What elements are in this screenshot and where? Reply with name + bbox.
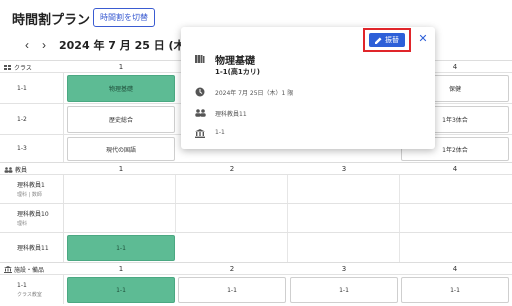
- row-label: 1-3: [0, 135, 64, 162]
- page-title: 時間割プラン: [12, 13, 91, 28]
- empty-slot[interactable]: [176, 175, 288, 204]
- teacher-subject: 理科: [17, 221, 28, 227]
- book-icon: [194, 53, 206, 65]
- lesson-cell[interactable]: 1-1: [290, 277, 398, 303]
- room-name: 1-1: [17, 281, 27, 289]
- teacher-row: 理科教員11 1-1: [0, 232, 512, 263]
- lesson-cell[interactable]: 1-1: [178, 277, 286, 303]
- lesson-cell[interactable]: 現代の国語: [67, 137, 175, 161]
- period-header-3: 3: [341, 265, 347, 273]
- teacher-section-header: 教員 1 2 3 4: [0, 162, 512, 174]
- people-icon: [194, 107, 206, 119]
- popup-datetime: 2024年 7月 25日（木）1 限: [215, 90, 294, 97]
- lesson-cell[interactable]: 1-1: [67, 235, 175, 261]
- popup-class: 1-1(高1カリ): [215, 68, 260, 76]
- period-header-4: 4: [452, 265, 458, 273]
- chevron-left-icon[interactable]: ‹: [20, 38, 34, 52]
- room-section-header: 施設・備品 1 2 3 4: [0, 262, 512, 274]
- empty-slot[interactable]: [64, 204, 176, 233]
- empty-slot[interactable]: [176, 233, 288, 263]
- popup-room: 1-1: [215, 129, 225, 136]
- close-icon[interactable]: ✕: [417, 33, 429, 45]
- lesson-cell[interactable]: 歴史総合: [67, 106, 175, 133]
- empty-slot[interactable]: [288, 175, 400, 204]
- period-header-2: 2: [229, 265, 235, 273]
- period-header-1: 1: [118, 165, 124, 173]
- empty-slot[interactable]: [64, 175, 176, 204]
- section-label-room: 施設・備品: [14, 267, 45, 274]
- lesson-detail-popup: 振替 ✕ 物理基礎 1-1(高1カリ) 2024年 7月 25日（木）1 限 理…: [181, 27, 435, 149]
- building-icon: [194, 127, 206, 139]
- teacher-row: 理科教員1 理科 | 数師: [0, 174, 512, 204]
- empty-slot[interactable]: [176, 204, 288, 233]
- lesson-cell[interactable]: 物理基礎: [67, 75, 175, 102]
- popup-subject: 物理基礎: [215, 56, 255, 67]
- row-label: 1-2: [0, 104, 64, 134]
- period-header-2: 2: [229, 165, 235, 173]
- chevron-right-icon[interactable]: ›: [37, 38, 51, 52]
- lesson-cell[interactable]: 1-1: [67, 277, 175, 303]
- room-row: 1-1 クラス教室 1-1 1-1 1-1 1-1: [0, 274, 512, 304]
- empty-slot[interactable]: [288, 233, 400, 263]
- teacher-name: 理科教員11: [17, 245, 49, 252]
- building-icon: [4, 266, 12, 273]
- teacher-row: 理科教員10 理科: [0, 203, 512, 233]
- period-header-1: 1: [118, 265, 124, 273]
- period-header-4: 4: [452, 165, 458, 173]
- switch-timetable-button[interactable]: 時間割を切替: [93, 8, 155, 27]
- empty-slot[interactable]: [288, 204, 400, 233]
- period-header-4: 4: [452, 63, 458, 71]
- row-label: 1-1: [0, 73, 64, 103]
- transfer-button-label: 振替: [385, 37, 399, 44]
- transfer-button[interactable]: 振替: [369, 33, 405, 47]
- edit-highlight: 振替: [363, 28, 411, 52]
- period-header-1: 1: [118, 63, 124, 71]
- teacher-name: 理科教員1: [17, 182, 45, 189]
- teacher-subject: 理科 | 数師: [17, 192, 42, 198]
- section-label-teacher: 教員: [15, 167, 28, 174]
- teacher-name: 理科教員10: [17, 211, 49, 218]
- lesson-cell[interactable]: 1-1: [401, 277, 509, 303]
- period-header-3: 3: [341, 165, 347, 173]
- room-type: クラス教室: [17, 291, 42, 298]
- section-label-class: クラス: [14, 65, 32, 72]
- grid-icon: [4, 64, 11, 70]
- pencil-icon: [375, 37, 382, 44]
- clock-icon: [194, 86, 206, 98]
- people-icon: [4, 166, 13, 173]
- popup-teacher: 理科教員11: [215, 111, 247, 118]
